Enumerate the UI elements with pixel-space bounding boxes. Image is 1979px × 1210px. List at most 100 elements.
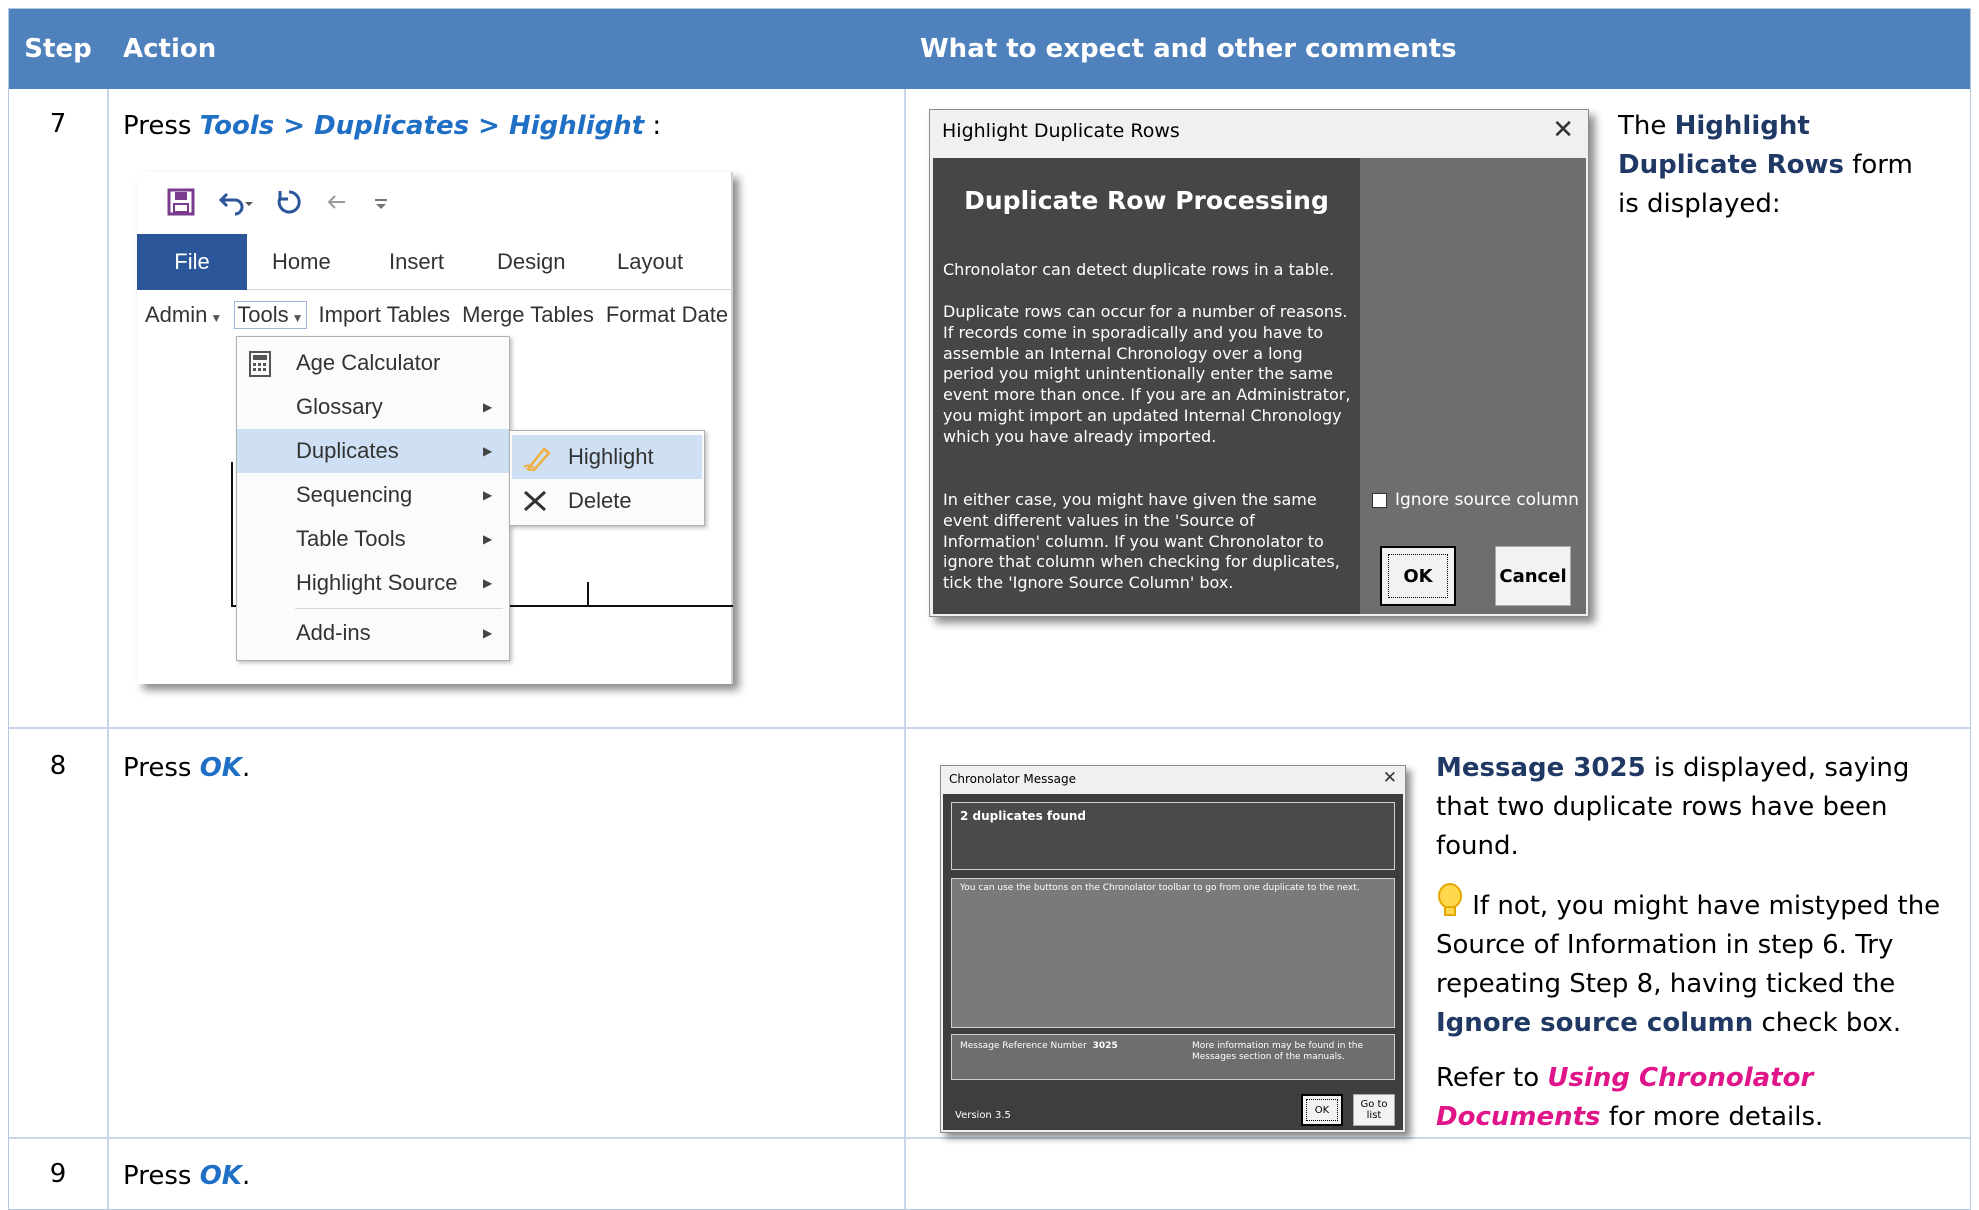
menu-item-add-ins[interactable]: Add-ins ▶ [237, 611, 509, 655]
redo-icon[interactable] [275, 188, 303, 216]
comment-text: for more details. [1600, 1102, 1824, 1132]
cancel-button[interactable]: Cancel [1495, 546, 1571, 606]
step-8-action: Press OK. [123, 749, 250, 788]
message-headline: 2 duplicates found [951, 802, 1395, 870]
button-ref: OK [199, 753, 242, 783]
table-header: Step Action What to expect and other com… [9, 9, 1970, 89]
close-icon[interactable]: ✕ [1552, 114, 1574, 145]
addin-command-bar: Admin ▼ Tools ▼ Import Tables Merge Tables… [145, 298, 740, 332]
menu-item-age-calculator[interactable]: Age Calculator [237, 341, 509, 385]
action-text: Press [123, 753, 200, 783]
header-step: Step [24, 34, 92, 64]
steps-table: Step Action What to expect and other com… [8, 8, 1971, 1210]
table-border [587, 582, 589, 606]
menu-item-glossary[interactable]: Glossary ▶ [237, 385, 509, 429]
back-arrow-icon[interactable] [325, 188, 349, 216]
tab-file[interactable]: File [137, 234, 247, 290]
ok-label: OK [1388, 554, 1448, 598]
ribbon-tabs: File Home Insert Design Layout [137, 234, 733, 290]
divider [9, 727, 1970, 729]
step-number: 8 [49, 751, 67, 781]
step-7-comment: The Highlight Duplicate Rows form is dis… [1618, 107, 1938, 224]
reference-label: Message Reference Number [960, 1041, 1087, 1051]
chevron-right-icon: ▶ [483, 444, 493, 458]
divider [107, 89, 109, 1209]
action-text: Press [123, 1161, 200, 1191]
checkbox-ref: Ignore source column [1436, 1008, 1754, 1038]
customize-toolbar-icon[interactable] [371, 188, 391, 216]
ok-label: OK [1306, 1099, 1338, 1121]
menu-label: Duplicates [296, 438, 399, 463]
tab-home[interactable]: Home [272, 234, 331, 290]
import-tables-button[interactable]: Import Tables [319, 302, 451, 328]
chevron-right-icon: ▶ [483, 626, 493, 640]
menu-label: Table Tools [296, 526, 406, 551]
description-paragraph: Duplicate rows can occur for a number of… [943, 302, 1351, 446]
dialog-title: Highlight Duplicate Rows [942, 120, 1180, 142]
go-to-list-button[interactable]: Go to list [1353, 1094, 1395, 1126]
menu-label: Glossary [296, 394, 383, 419]
chevron-down-icon: ▼ [210, 311, 223, 325]
word-ribbon-screenshot: File Home Insert Design Layout Admin ▼ To… [137, 172, 733, 684]
message-name: Message 3025 [1436, 753, 1646, 783]
highlighter-icon [523, 447, 551, 471]
tools-label: Tools [237, 302, 289, 327]
checkbox-label: Ignore source column [1395, 490, 1579, 510]
undo-icon[interactable] [217, 188, 253, 216]
description-paragraph: In either case, you might have given the… [943, 490, 1340, 593]
comment-text: The [1618, 111, 1675, 141]
chronolator-message-dialog: Chronolator Message ✕ 2 duplicates found… [940, 765, 1406, 1133]
refer-paragraph: Refer to Using Chronolator Documents for… [1436, 1059, 1956, 1137]
ok-button[interactable]: OK [1380, 546, 1456, 606]
menu-item-highlight-source[interactable]: Highlight Source ▶ [237, 561, 509, 605]
version-label: Version 3.5 [955, 1110, 1011, 1121]
step-number: 9 [49, 1159, 67, 1189]
step-number: 7 [49, 109, 67, 139]
tab-layout[interactable]: Layout [617, 234, 683, 290]
delete-x-icon [523, 490, 547, 512]
close-icon[interactable]: ✕ [1383, 768, 1397, 788]
tab-design[interactable]: Design [497, 234, 565, 290]
menu-item-sequencing[interactable]: Sequencing ▶ [237, 473, 509, 517]
dialog-heading: Duplicate Row Processing [964, 186, 1329, 215]
submenu-label: Highlight [568, 444, 654, 469]
submenu-label: Delete [568, 488, 632, 513]
highlight-duplicate-rows-dialog: Highlight Duplicate Rows ✕ Duplicate Row… [929, 109, 1589, 617]
step-9-action: Press OK. [123, 1157, 250, 1196]
tools-dropdown[interactable]: Tools ▼ [234, 301, 307, 329]
tab-insert[interactable]: Insert [389, 234, 444, 290]
calculator-icon [249, 351, 271, 377]
description-paragraph: Chronolator can detect duplicate rows in… [943, 260, 1335, 279]
divider [9, 1137, 1970, 1139]
menu-separator [295, 608, 503, 609]
description-panel: Duplicate Row Processing Chronolator can… [933, 158, 1360, 614]
chevron-down-icon: ▼ [291, 311, 304, 325]
reference-number: 3025 [1092, 1041, 1118, 1051]
step-8-comment: Message 3025 is displayed, saying that t… [1436, 749, 1956, 1137]
divider [904, 89, 906, 1209]
tip-paragraph: If not, you might have mistyped the Sour… [1436, 882, 1956, 1043]
submenu-item-highlight[interactable]: Highlight [512, 435, 702, 479]
action-text: Press [123, 111, 200, 141]
action-text: : [644, 111, 662, 141]
menu-item-table-tools[interactable]: Table Tools ▶ [237, 517, 509, 561]
chevron-right-icon: ▶ [483, 488, 493, 502]
admin-dropdown[interactable]: Admin ▼ [145, 302, 222, 328]
action-text: . [241, 1161, 251, 1191]
menu-path: Tools > Duplicates > Highlight [199, 111, 645, 141]
menu-label: Add-ins [296, 620, 371, 645]
format-date-button[interactable]: Format Date [606, 302, 728, 328]
chevron-right-icon: ▶ [483, 532, 493, 546]
merge-tables-button[interactable]: Merge Tables [462, 302, 594, 328]
options-panel: Ignore source column OK Cancel [1360, 158, 1586, 614]
submenu-item-delete[interactable]: Delete [512, 479, 702, 523]
ok-button[interactable]: OK [1301, 1094, 1343, 1126]
dialog-title: Chronolator Message [949, 772, 1077, 786]
ignore-source-checkbox[interactable]: Ignore source column [1372, 490, 1579, 510]
admin-label: Admin [145, 302, 208, 327]
action-text: . [241, 753, 251, 783]
tools-menu: Age Calculator Glossary ▶ Duplicates ▶ Seq… [236, 336, 510, 661]
menu-item-duplicates[interactable]: Duplicates ▶ [237, 429, 509, 473]
save-icon[interactable] [167, 188, 195, 216]
chevron-right-icon: ▶ [483, 400, 493, 414]
